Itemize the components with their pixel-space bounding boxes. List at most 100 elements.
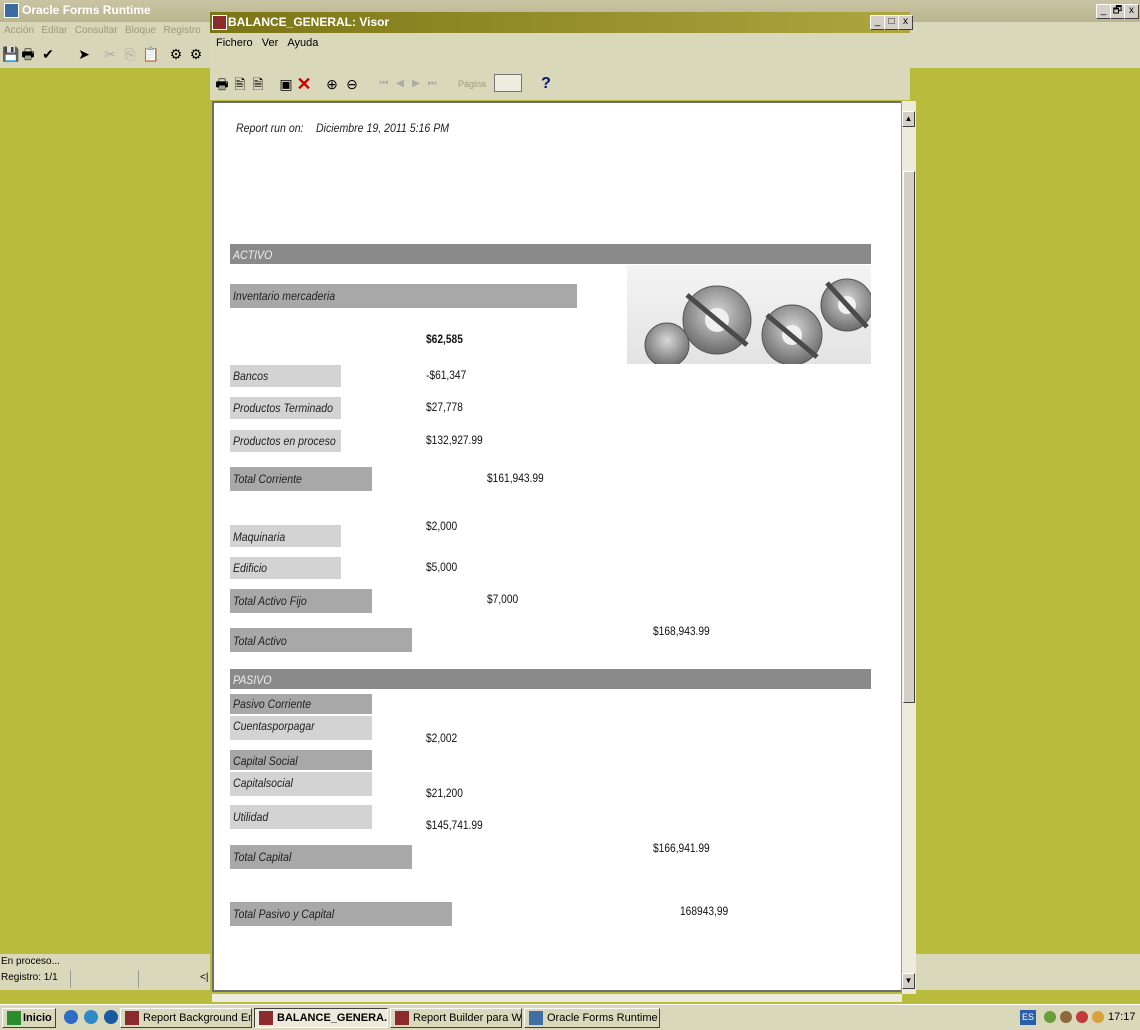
pasivo-section-title: PASIVO (233, 673, 272, 687)
copy-icon[interactable]: ⎘ (122, 46, 138, 62)
menu-bloque[interactable]: Bloque (125, 25, 156, 36)
viewer-toolbar: 🖶 🖹 🗎 ▣ ✕ ⊕ ⊖ ⏮ ◀ ▶ ⏭ Página ? (210, 54, 910, 100)
print-setup-icon[interactable]: 🖹 (232, 76, 248, 92)
tray-update-icon[interactable] (1060, 1011, 1072, 1023)
menu-ayuda[interactable]: Ayuda (287, 37, 318, 49)
report-icon (259, 1011, 273, 1025)
clock: 17:17 (1108, 1011, 1136, 1023)
status-extra: <| (200, 972, 209, 983)
bancos-label: Bancos (233, 369, 269, 383)
task-oracle-forms-runtime[interactable]: Oracle Forms Runtime (524, 1008, 660, 1028)
outer-right-toolbar (910, 22, 1140, 68)
menu-fichero[interactable]: Fichero (216, 37, 253, 49)
viewer-menu-bar: Fichero Ver Ayuda (210, 33, 910, 54)
viewer-maximize-button[interactable]: □ (884, 15, 899, 30)
scroll-down-arrow[interactable]: ▼ (902, 973, 915, 989)
total-corriente-label: Total Corriente (233, 472, 302, 486)
start-button[interactable]: Inicio (2, 1008, 56, 1028)
menu-editar[interactable]: Editar (41, 25, 67, 36)
cut-icon[interactable]: ✂ (102, 46, 118, 62)
outer-toolbar: 💾 🖶 ✔ ➤ ✂ ⎘ 📋 ⚙ ⚙ (0, 42, 210, 68)
total-activo-fijo-value: $7,000 (487, 592, 519, 606)
maquinaria-label: Maquinaria (233, 530, 286, 544)
total-corriente-value: $161,943.99 (487, 471, 544, 485)
viewer-close-button[interactable]: x (898, 15, 913, 30)
outer-close-button[interactable]: x (1124, 4, 1139, 19)
horizontal-scrollbar[interactable] (212, 994, 902, 1002)
help-icon[interactable]: ? (538, 76, 554, 92)
report-builder-icon (395, 1011, 409, 1025)
language-indicator[interactable]: ES (1020, 1010, 1036, 1025)
productos-proceso-value: $132,927.99 (426, 433, 483, 447)
activo-section-title: ACTIVO (233, 248, 273, 262)
bancos-value: -$61,347 (426, 368, 467, 382)
query-enter-icon[interactable]: ⚙ (168, 46, 184, 62)
taskbar: Inicio Report Background Engine BALANCE_… (0, 1004, 1140, 1030)
total-pasivo-capital-value: 168943,99 (680, 904, 729, 918)
task-label: BALANCE_GENERA... (277, 1012, 388, 1024)
paste-icon[interactable]: 📋 (142, 46, 159, 62)
next-page-icon[interactable]: ▶ (408, 76, 424, 92)
new-window-icon[interactable]: ▣ (278, 76, 294, 92)
viewer-window-title: BALANCE_GENERAL: Visor (228, 15, 390, 29)
status-bar: En proceso... Registro: 1/1 <| (0, 954, 210, 990)
print-icon[interactable]: 🖶 (214, 76, 230, 92)
scroll-thumb[interactable] (903, 171, 915, 703)
status-message: En proceso... (1, 956, 60, 967)
query-execute-icon[interactable]: ⚙ (188, 46, 204, 62)
vertical-scrollbar[interactable]: ▲ ▼ (901, 101, 916, 994)
viewer-minimize-button[interactable]: _ (870, 15, 885, 30)
task-label: Report Builder para Wind... (413, 1012, 522, 1024)
run-date: Diciembre 19, 2011 5:16 PM (316, 121, 450, 135)
task-report-builder[interactable]: Report Builder para Wind... (390, 1008, 522, 1028)
first-page-icon[interactable]: ⏮ (376, 76, 392, 92)
menu-registro[interactable]: Registro (163, 25, 200, 36)
task-balance-general[interactable]: BALANCE_GENERA... (254, 1008, 388, 1028)
total-activo-label: Total Activo (233, 634, 287, 648)
save-icon[interactable]: 💾 (2, 46, 19, 62)
last-page-icon[interactable]: ⏭ (424, 76, 440, 92)
page-setup-icon[interactable]: 🗎 (250, 76, 266, 92)
start-label: Inicio (23, 1012, 52, 1024)
outer-menu-bar: Acción Editar Consultar Bloque Registro (0, 22, 210, 42)
exit-icon[interactable]: ➤ (76, 46, 92, 62)
mail-quicklaunch-icon[interactable] (84, 1010, 98, 1024)
commit-icon[interactable]: ✔ (40, 46, 56, 62)
pasivo-corriente-label: Pasivo Corriente (233, 697, 312, 711)
scroll-up-arrow[interactable]: ▲ (902, 111, 915, 127)
edificio-value: $5,000 (426, 560, 458, 574)
windows-logo-icon (7, 1011, 21, 1025)
capital-social-label: Capital Social (233, 754, 298, 768)
pasivo-section-band (230, 669, 871, 689)
total-activo-fijo-label: Total Activo Fijo (233, 594, 307, 608)
task-label: Oracle Forms Runtime (547, 1012, 658, 1024)
capitalsocial-label: Capitalsocial (233, 776, 293, 790)
inventario-value: $62,585 (426, 332, 463, 346)
close-report-icon[interactable]: ✕ (296, 75, 312, 93)
utilidad-label: Utilidad (233, 810, 269, 824)
capitalsocial-value: $21,200 (426, 786, 463, 800)
menu-ver[interactable]: Ver (262, 37, 279, 49)
gears-image (627, 265, 871, 364)
outer-restore-button[interactable]: 🗗 (1110, 4, 1125, 19)
tray-user-icon[interactable] (1092, 1011, 1104, 1023)
tray-security-icon[interactable] (1076, 1011, 1088, 1023)
cuentas-label: Cuentasporpagar (233, 719, 315, 733)
media-quicklaunch-icon[interactable] (104, 1010, 118, 1024)
previous-page-icon[interactable]: ◀ (392, 76, 408, 92)
zoom-in-icon[interactable]: ⊕ (324, 76, 340, 92)
browser-quicklaunch-icon[interactable] (64, 1010, 78, 1024)
tray-network-icon[interactable] (1044, 1011, 1056, 1023)
cuentas-value: $2,002 (426, 731, 458, 745)
print-icon[interactable]: 🖶 (20, 46, 36, 62)
zoom-out-icon[interactable]: ⊖ (344, 76, 360, 92)
outer-minimize-button[interactable]: _ (1096, 4, 1111, 19)
productos-terminado-label: Productos Terminado (233, 401, 333, 415)
menu-consultar[interactable]: Consultar (75, 25, 118, 36)
task-label: Report Background Engine (143, 1012, 251, 1024)
total-capital-value: $166,941.99 (653, 841, 710, 855)
maquinaria-value: $2,000 (426, 519, 458, 533)
page-number-input[interactable] (494, 74, 522, 92)
task-report-background-engine[interactable]: Report Background Engine (120, 1008, 252, 1028)
menu-accion[interactable]: Acción (4, 25, 34, 36)
